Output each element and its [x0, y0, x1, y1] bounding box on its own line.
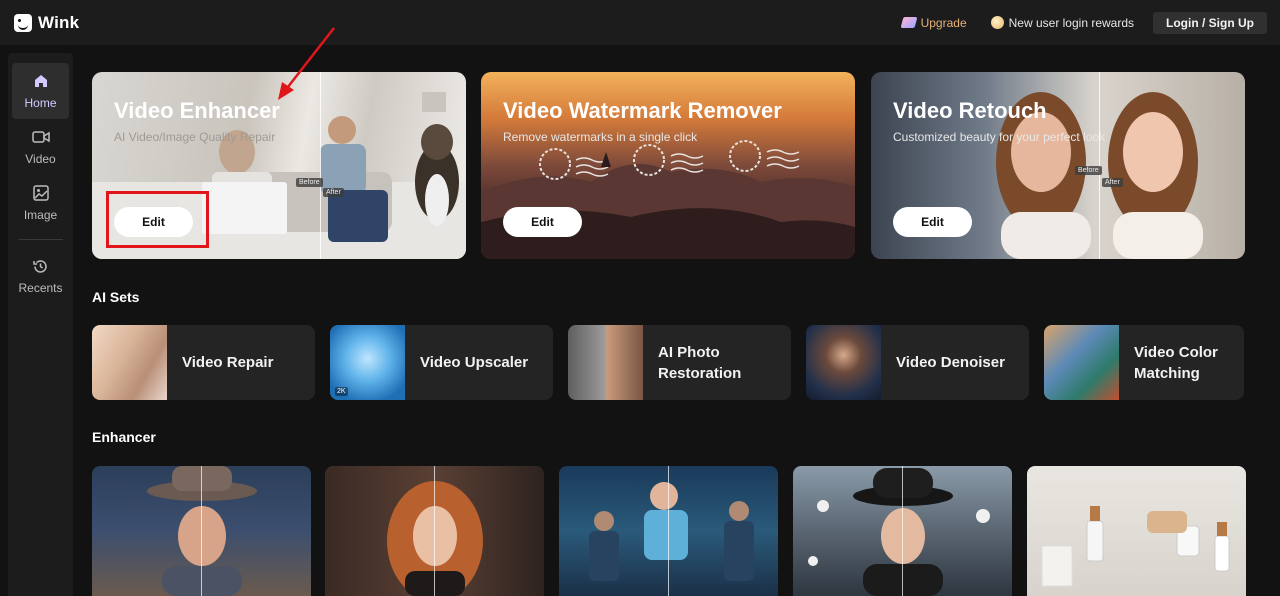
sidebar-item-video[interactable]: Video — [12, 119, 69, 175]
wink-logo-icon — [14, 13, 32, 32]
top-bar: Wink Upgrade New user login rewards Logi… — [0, 0, 1280, 45]
compare-divider[interactable] — [201, 466, 202, 596]
ai-sets-title: AI Sets — [92, 289, 140, 305]
hero-subtitle: Customized beauty for your perfect look — [893, 130, 1106, 144]
history-icon — [32, 257, 50, 275]
home-icon — [32, 72, 50, 90]
ai-set-video-repair[interactable]: Video Repair — [92, 325, 315, 400]
set-label: Video Repair — [182, 354, 274, 371]
color-matching-thumbnail — [1044, 325, 1119, 400]
resolution-badge: 2K — [335, 387, 348, 396]
app-logo[interactable]: Wink — [14, 13, 79, 33]
video-denoiser-thumbnail — [806, 325, 881, 400]
app-name: Wink — [38, 12, 80, 32]
sidebar-item-home[interactable]: Home — [12, 63, 69, 119]
hero-subtitle: Remove watermarks in a single click — [503, 130, 698, 144]
ai-set-video-denoiser[interactable]: Video Denoiser — [806, 325, 1029, 400]
video-camera-icon — [31, 128, 50, 146]
sidebar-item-recents[interactable]: Recents — [12, 248, 69, 304]
diamond-icon — [900, 17, 918, 28]
ai-set-video-upscaler[interactable]: 2K Video Upscaler — [330, 325, 553, 400]
hero-title: Video Watermark Remover — [503, 98, 782, 123]
after-tag: After — [1102, 178, 1123, 187]
set-label: AI Photo Restoration — [658, 343, 742, 382]
sidebar-item-label: Home — [24, 96, 57, 110]
hero-title: Video Enhancer — [114, 98, 280, 123]
annotation-arrow — [278, 27, 335, 100]
highlight-box — [106, 191, 209, 248]
sidebar: Home Video Image Recents — [8, 53, 73, 596]
set-label: Video Color Matching — [1134, 343, 1218, 382]
set-label: Video Upscaler — [420, 354, 529, 371]
after-tag: After — [323, 188, 344, 197]
upgrade-link[interactable]: Upgrade — [900, 15, 967, 30]
photo-restoration-thumbnail — [568, 325, 643, 400]
enhancer-card[interactable] — [92, 466, 311, 596]
sidebar-divider — [18, 239, 63, 240]
sidebar-item-label: Recents — [18, 281, 63, 295]
set-label: Video Denoiser — [896, 354, 1005, 371]
hero-title: Video Retouch — [893, 98, 1047, 123]
enhancer-card[interactable] — [1027, 466, 1246, 596]
hero-card-video-retouch[interactable]: Before After Video Retouch Customized be… — [871, 72, 1245, 259]
rewards-label: New user login rewards — [1008, 15, 1135, 30]
gift-icon — [990, 16, 1004, 29]
before-tag: Before — [1075, 166, 1102, 175]
compare-divider[interactable] — [434, 466, 435, 596]
compare-divider[interactable] — [902, 466, 903, 596]
enhancer-card[interactable] — [793, 466, 1012, 596]
video-repair-thumbnail — [92, 325, 167, 400]
sidebar-item-image[interactable]: Image — [12, 175, 69, 231]
edit-button[interactable]: Edit — [893, 207, 972, 237]
sidebar-item-label: Image — [23, 208, 58, 222]
ai-set-photo-restoration[interactable]: AI Photo Restoration — [568, 325, 791, 400]
ai-set-video-color-matching[interactable]: Video Color Matching — [1044, 325, 1244, 400]
enhancer-card[interactable] — [325, 466, 544, 596]
login-rewards-link[interactable]: New user login rewards — [990, 15, 1135, 30]
login-signup-button[interactable]: Login / Sign Up — [1153, 11, 1267, 34]
edit-button[interactable]: Edit — [503, 207, 582, 237]
enhancer-card[interactable] — [559, 466, 778, 596]
enhancer-title: Enhancer — [92, 429, 156, 445]
before-tag: Before — [296, 178, 323, 187]
image-icon — [32, 184, 50, 202]
upgrade-label: Upgrade — [920, 15, 967, 30]
sidebar-item-label: Video — [25, 152, 56, 166]
hero-card-watermark-remover[interactable]: Video Watermark Remover Remove watermark… — [481, 72, 855, 259]
compare-divider[interactable] — [668, 466, 669, 596]
hero-subtitle: AI Video/Image Quality Repair — [114, 130, 276, 144]
video-upscaler-thumbnail: 2K — [330, 325, 405, 400]
enhancer-thumbnail — [1041, 506, 1230, 587]
